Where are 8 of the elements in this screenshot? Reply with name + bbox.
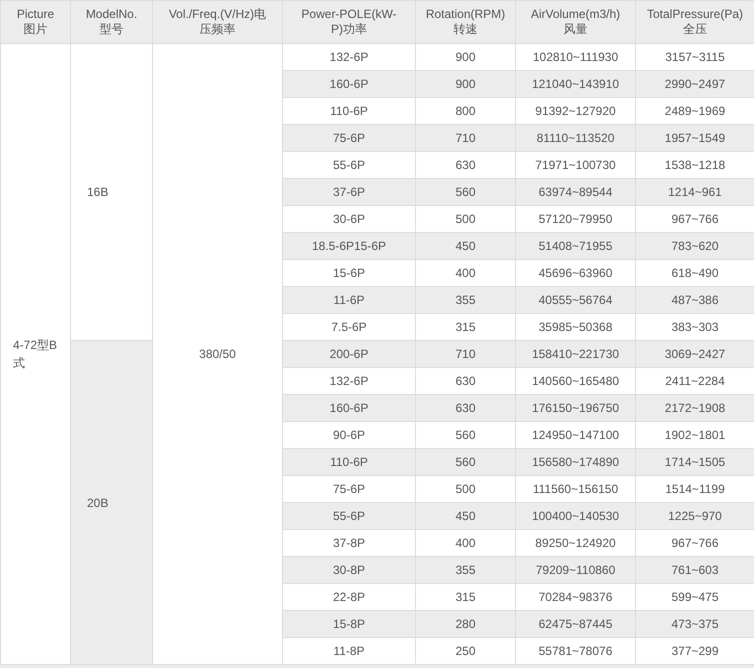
table-cell: 380/50 [152,44,282,664]
table-cell: 11-8P [282,638,416,664]
table-cell: 4-72型B 式 [0,44,70,664]
column-header: Picture 图片 [0,0,70,44]
table-cell: 55781~78076 [516,638,636,664]
table-cell: 20B [70,340,152,664]
table-cell: 250 [416,638,516,664]
table-cell: 16B [70,44,152,340]
